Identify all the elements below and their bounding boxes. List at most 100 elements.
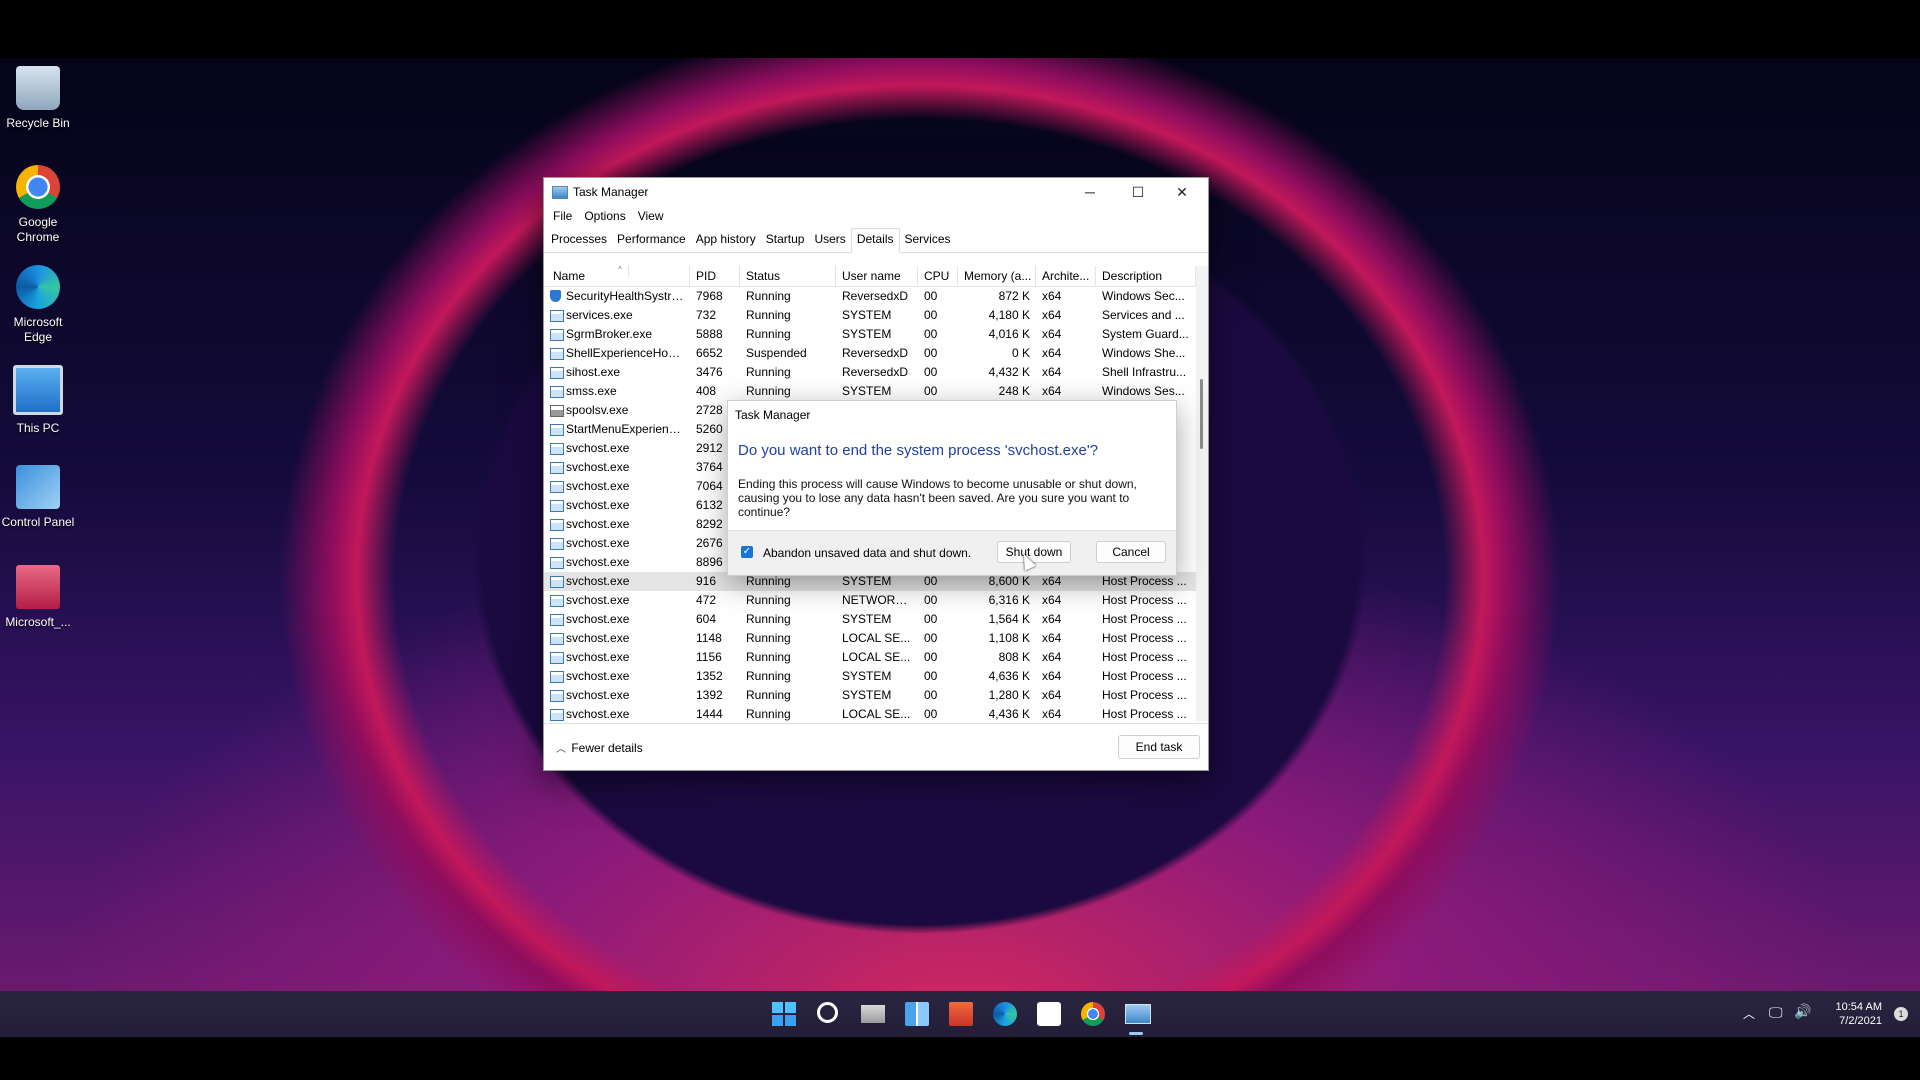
column-status[interactable]: Status <box>740 266 836 286</box>
shut-down-button[interactable]: Shut down <box>997 541 1071 563</box>
desktop-icon-control-panel[interactable]: Control Panel <box>0 465 76 530</box>
notification-badge[interactable]: 1 <box>1894 1007 1908 1021</box>
column-pid[interactable]: PID <box>690 266 740 286</box>
dialog-button-bar: ✓ Abandon unsaved data and shut down. Sh… <box>728 530 1176 575</box>
column-name[interactable]: Name <box>544 266 690 286</box>
tab-users[interactable]: Users <box>809 228 850 252</box>
desktop-icon-microsoft-edge[interactable]: Microsoft Edge <box>0 265 76 345</box>
store-icon[interactable] <box>1037 1002 1061 1026</box>
tab-app-history[interactable]: App history <box>691 228 761 252</box>
table-row[interactable]: SecurityHealthSystra... 7968 Running Revers… <box>544 287 1196 306</box>
column-architecture[interactable]: Archite... <box>1036 266 1096 286</box>
recycle-bin-icon <box>16 66 60 110</box>
file-explorer-icon[interactable] <box>949 1002 973 1026</box>
column-description[interactable]: Description <box>1096 266 1196 286</box>
volume-icon[interactable]: 🔊 <box>1794 1003 1811 1020</box>
desktop-icon-google-chrome[interactable]: Google Chrome <box>0 165 76 245</box>
cell-user: LOCAL SE... <box>842 650 911 664</box>
desktop-icon-recycle-bin[interactable]: Recycle Bin <box>0 66 76 131</box>
desktop-icon-microsoft-shortcut[interactable]: Microsoft_... <box>0 565 76 630</box>
process-icon <box>550 671 564 683</box>
cell-mem: 4,432 K <box>988 365 1030 379</box>
process-icon <box>550 500 564 512</box>
cell-user: SYSTEM <box>842 669 892 683</box>
start-icon[interactable] <box>772 1002 796 1026</box>
fewer-details-link[interactable]: ︿ Fewer details <box>556 740 643 755</box>
cancel-button[interactable]: Cancel <box>1096 541 1166 563</box>
scrollbar-thumb[interactable] <box>1200 379 1203 449</box>
cell-pid: 3476 <box>696 365 723 379</box>
cell-mem: 808 K <box>998 650 1030 664</box>
cell-arch: x64 <box>1042 308 1062 322</box>
edge-icon <box>16 265 60 309</box>
clock[interactable]: 10:54 AM 7/2/2021 <box>1836 1000 1882 1028</box>
cell-mem: 248 K <box>998 384 1030 398</box>
end-task-button[interactable]: End task <box>1118 735 1200 759</box>
table-row[interactable]: ShellExperienceHost.... 6652 Suspended Reve… <box>544 344 1196 363</box>
tab-performance[interactable]: Performance <box>612 228 691 252</box>
cell-status: Running <box>746 707 791 721</box>
process-icon <box>550 310 564 322</box>
minimize-button[interactable]: ─ <box>1068 178 1112 206</box>
chrome-icon <box>16 165 60 209</box>
tab-startup[interactable]: Startup <box>761 228 810 252</box>
table-row[interactable]: svchost.exe 1352 Running SYSTEM 00 4,636 K x64… <box>544 667 1196 686</box>
task-view-icon[interactable] <box>861 1005 885 1023</box>
menu-file[interactable]: File <box>547 206 578 228</box>
column-memory[interactable]: Memory (a... <box>958 266 1036 286</box>
cell-cpu: 00 <box>924 327 938 341</box>
desktop-icon-label: Recycle Bin <box>6 116 70 130</box>
search-icon[interactable] <box>817 1002 838 1023</box>
printer-icon <box>550 405 564 417</box>
cell-user: SYSTEM <box>842 612 892 626</box>
table-row[interactable]: services.exe 732 Running SYSTEM 00 4,180 K x64… <box>544 306 1196 325</box>
abandon-data-label[interactable]: Abandon unsaved data and shut down. <box>763 546 971 560</box>
task-manager-icon[interactable] <box>1125 1004 1151 1024</box>
table-row[interactable]: svchost.exe 604 Running SYSTEM 00 1,564 K x64 H… <box>544 610 1196 629</box>
cell-cpu: 00 <box>924 593 938 607</box>
column-user-name[interactable]: User name <box>836 266 918 286</box>
maximize-button[interactable]: ☐ <box>1116 178 1160 206</box>
cell-name: svchost.exe <box>544 439 690 458</box>
table-row[interactable]: svchost.exe 1156 Running LOCAL SE... 00 808 K… <box>544 648 1196 667</box>
title-bar[interactable]: Task Manager ─ ☐ ✕ <box>544 178 1208 206</box>
fewer-details-label: Fewer details <box>571 741 643 755</box>
column-cpu[interactable]: CPU <box>918 266 958 286</box>
tab-processes[interactable]: Processes <box>546 228 612 252</box>
table-row[interactable]: sihost.exe 3476 Running ReversedxD 00 4,432 K… <box>544 363 1196 382</box>
table-row[interactable]: svchost.exe 1392 Running SYSTEM 00 1,280 K x64… <box>544 686 1196 705</box>
end-process-dialog[interactable]: Task Manager Do you want to end the syst… <box>727 400 1177 576</box>
tab-details[interactable]: Details <box>850 228 900 253</box>
chrome-icon[interactable] <box>1081 1002 1105 1026</box>
cell-user: SYSTEM <box>842 308 892 322</box>
chevron-up-icon[interactable]: ︿ <box>1743 1005 1755 1022</box>
vertical-scrollbar[interactable] <box>1196 266 1208 721</box>
table-row[interactable]: smss.exe 408 Running SYSTEM 00 248 K x64 Window… <box>544 382 1196 401</box>
widgets-icon[interactable] <box>905 1002 929 1026</box>
table-row[interactable]: SgrmBroker.exe 5888 Running SYSTEM 00 4,016 K… <box>544 325 1196 344</box>
desktop-icon-this-pc[interactable]: This PC <box>0 365 76 436</box>
network-icon[interactable]: 🖵 <box>1769 1004 1783 1021</box>
menu-options[interactable]: Options <box>578 206 631 228</box>
cell-arch: x64 <box>1042 327 1062 341</box>
process-icon <box>550 329 564 341</box>
table-row[interactable]: svchost.exe 472 Running NETWORK... 00 6,316 K… <box>544 591 1196 610</box>
cell-pid: 1392 <box>696 688 723 702</box>
clock-time: 10:54 AM <box>1835 1001 1882 1013</box>
edge-icon[interactable] <box>993 1002 1017 1026</box>
process-name: svchost.exe <box>566 460 630 474</box>
close-button[interactable]: ✕ <box>1160 178 1204 206</box>
process-name: svchost.exe <box>566 707 630 721</box>
cell-name: svchost.exe <box>544 496 690 515</box>
menu-view[interactable]: View <box>632 206 670 228</box>
cell-pid: 7968 <box>696 289 723 303</box>
cell-desc: Services and ... <box>1102 308 1185 322</box>
table-row[interactable]: svchost.exe 1444 Running LOCAL SE... 00 4,436… <box>544 705 1196 721</box>
cell-status: Suspended <box>746 346 807 360</box>
desktop-icon-label: Control Panel <box>1 515 75 529</box>
tab-services[interactable]: Services <box>900 228 956 252</box>
table-row[interactable]: svchost.exe 1148 Running LOCAL SE... 00 1,108… <box>544 629 1196 648</box>
cell-status: Running <box>746 612 791 626</box>
cell-user: SYSTEM <box>842 688 892 702</box>
abandon-data-checkbox[interactable]: ✓ <box>741 546 753 558</box>
